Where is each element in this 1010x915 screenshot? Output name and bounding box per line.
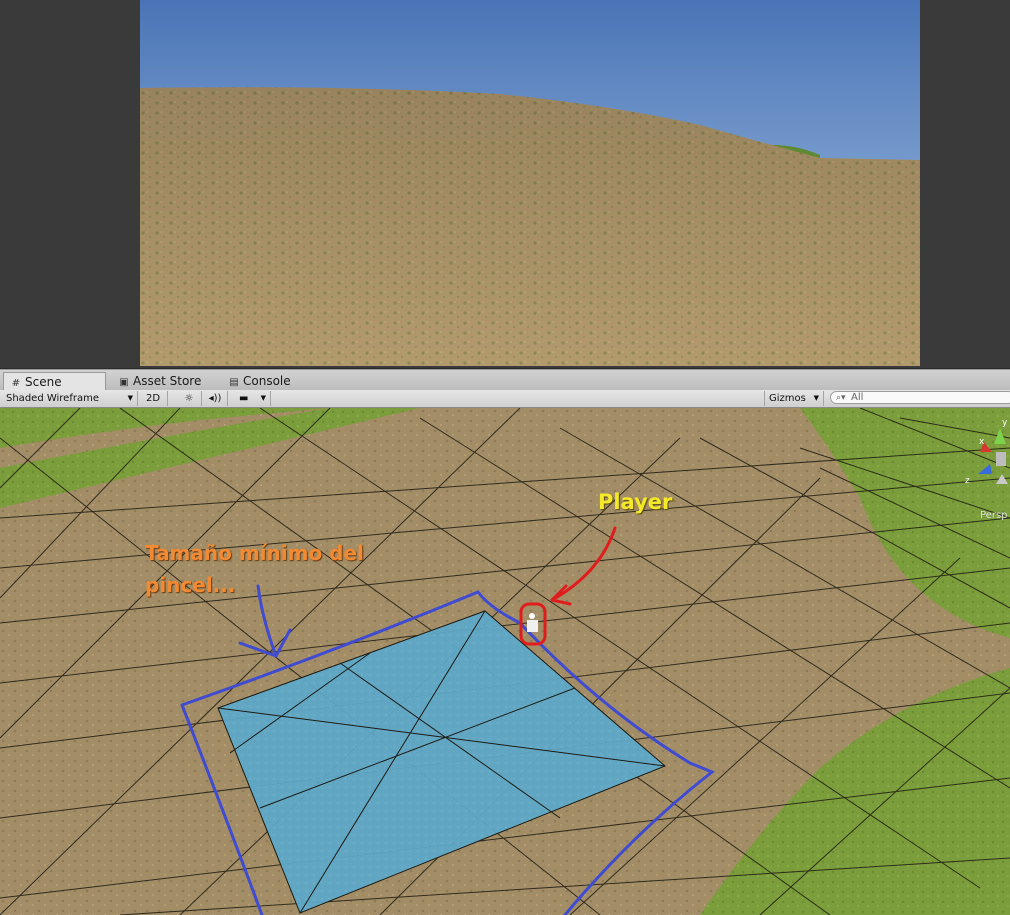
image-icon: ▬ xyxy=(239,393,249,404)
editor-tab-bar: # Scene ▣ Asset Store ▤ Console xyxy=(0,369,1010,390)
toggle-2d-label: 2D xyxy=(146,393,161,404)
sun-icon: ☼ xyxy=(184,393,194,404)
game-view-viewport[interactable] xyxy=(140,0,920,366)
gizmo-axis-y: y xyxy=(1002,418,1008,428)
dropdown-arrow-icon: ▼ xyxy=(127,394,133,402)
hierarchy-search-input[interactable]: ⌕▾ All xyxy=(830,391,1010,404)
tab-scene-label: Scene xyxy=(25,375,62,389)
tab-asset-store[interactable]: ▣ Asset Store xyxy=(112,372,217,390)
projection-label[interactable]: Persp xyxy=(980,510,1008,521)
search-icon: ⌕▾ xyxy=(836,393,846,403)
gizmo-axis-z: z xyxy=(965,476,970,486)
tab-scene[interactable]: # Scene xyxy=(3,372,106,390)
scene-view-viewport[interactable] xyxy=(0,408,1010,915)
toggle-2d-button[interactable]: 2D xyxy=(142,391,168,406)
dropdown-arrow-icon: ▼ xyxy=(260,394,266,402)
scene-toolbar: Shaded Wireframe ▼ 2D ☼ ◂)) ▬ ▼ Gizmos ▼… xyxy=(0,390,1010,408)
speaker-icon: ◂)) xyxy=(208,393,222,404)
dropdown-arrow-icon: ▼ xyxy=(813,394,819,402)
gizmos-dropdown[interactable]: Gizmos ▼ xyxy=(764,391,824,406)
player-annotation-label: Player xyxy=(598,490,673,514)
tab-asset-store-label: Asset Store xyxy=(133,374,202,388)
brush-size-annotation: Tamaño mínimo del pincel... xyxy=(145,541,364,597)
tab-console[interactable]: ▤ Console xyxy=(222,372,312,390)
gizmos-label: Gizmos xyxy=(769,393,806,404)
scene-orientation-gizmo[interactable]: y x z xyxy=(962,418,1010,518)
gizmo-axis-x: x xyxy=(979,437,985,447)
shading-mode-dropdown[interactable]: Shaded Wireframe ▼ xyxy=(2,391,138,406)
shading-mode-label: Shaded Wireframe xyxy=(6,393,99,404)
game-view-panel xyxy=(0,0,1010,368)
scene-lighting-toggle[interactable]: ☼ xyxy=(177,391,202,406)
search-placeholder: All xyxy=(851,392,864,403)
scene-audio-toggle[interactable]: ◂)) xyxy=(203,391,228,406)
scene-effects-dropdown[interactable]: ▬ ▼ xyxy=(233,391,271,406)
tab-console-label: Console xyxy=(243,374,291,388)
